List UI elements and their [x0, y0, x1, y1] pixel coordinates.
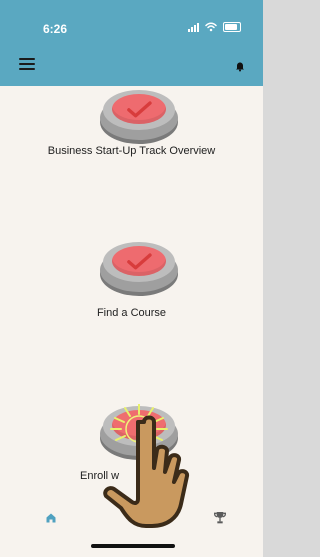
cellular-signal-icon	[188, 22, 199, 32]
wifi-icon	[205, 22, 217, 32]
completed-node-button[interactable]	[100, 88, 178, 140]
status-icons	[188, 22, 241, 32]
bell-icon[interactable]	[234, 60, 246, 72]
node-label: Find a Course	[96, 307, 167, 319]
status-time: 6:26	[43, 22, 68, 36]
completed-node-button[interactable]	[100, 240, 178, 292]
checkmark-icon	[127, 101, 152, 118]
pointing-hand-icon	[103, 415, 190, 528]
app-screen: 6:26 Business Start-Up Track Overview Fi…	[0, 0, 263, 557]
home-icon[interactable]	[44, 512, 58, 524]
home-indicator	[91, 544, 175, 548]
trophy-icon[interactable]	[212, 510, 228, 526]
node-label: Business Start-Up Track Overview	[47, 145, 216, 157]
menu-icon[interactable]	[19, 58, 35, 70]
battery-icon	[223, 22, 241, 32]
checkmark-icon	[127, 253, 152, 270]
top-bar: 6:26	[0, 0, 263, 86]
